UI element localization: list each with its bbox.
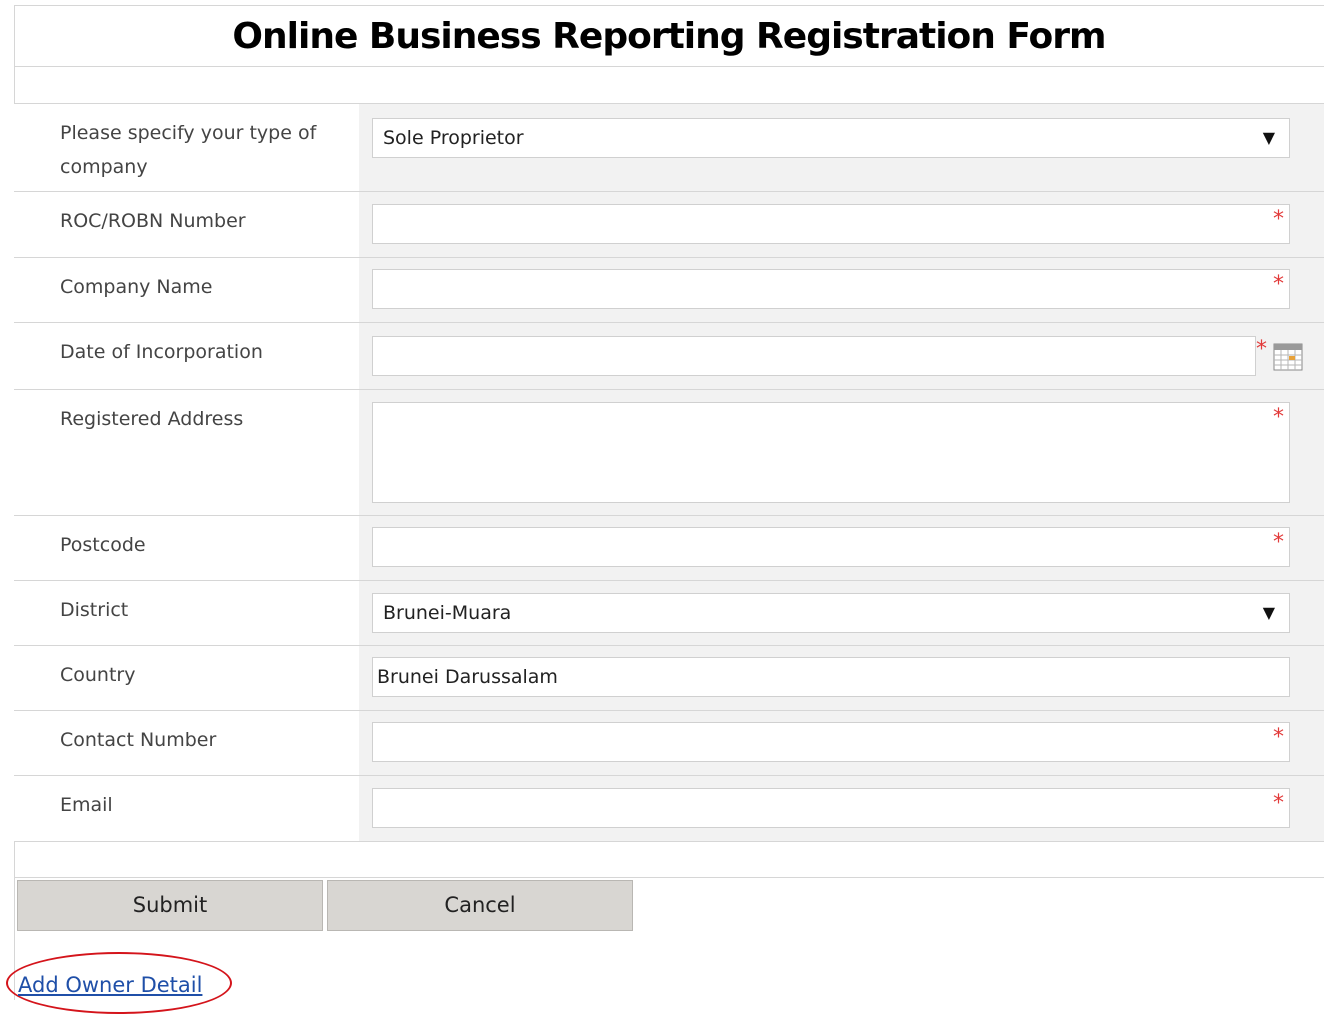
required-mark: * bbox=[1273, 207, 1284, 232]
required-mark: * bbox=[1273, 530, 1284, 555]
company-type-select[interactable]: Sole Proprietor ▼ bbox=[372, 118, 1290, 158]
email-input[interactable]: * bbox=[372, 788, 1290, 828]
page-title: Online Business Reporting Registration F… bbox=[232, 15, 1106, 57]
contact-number-label: Contact Number bbox=[60, 729, 217, 751]
divider bbox=[14, 877, 1324, 878]
country-label: Country bbox=[60, 664, 136, 686]
registered-address-label: Registered Address bbox=[60, 408, 244, 430]
calendar-icon[interactable] bbox=[1273, 343, 1303, 371]
company-name-label: Company Name bbox=[60, 276, 213, 298]
country-input[interactable]: Brunei Darussalam bbox=[372, 657, 1290, 697]
dropdown-arrow-icon: ▼ bbox=[1262, 128, 1275, 147]
required-mark: * bbox=[1256, 337, 1267, 362]
roc-robn-input[interactable]: * bbox=[372, 204, 1290, 244]
postcode-input[interactable]: * bbox=[372, 527, 1290, 567]
row-email: Email * bbox=[14, 776, 1324, 842]
title-bar: Online Business Reporting Registration F… bbox=[14, 5, 1324, 67]
row-company-type: Please specify your type of company Sole… bbox=[14, 104, 1324, 192]
submit-button[interactable]: Submit bbox=[17, 880, 323, 931]
roc-robn-label: ROC/ROBN Number bbox=[60, 210, 246, 232]
incorporation-date-input[interactable] bbox=[372, 336, 1256, 376]
company-name-input[interactable]: * bbox=[372, 269, 1290, 309]
required-mark: * bbox=[1273, 405, 1284, 430]
incorporation-date-label: Date of Incorporation bbox=[60, 341, 263, 363]
company-type-label: Please specify your type of company bbox=[60, 122, 317, 178]
row-district: District Brunei-Muara ▼ bbox=[14, 581, 1324, 646]
row-company-name: Company Name * bbox=[14, 258, 1324, 323]
required-mark: * bbox=[1273, 725, 1284, 750]
row-country: Country Brunei Darussalam bbox=[14, 646, 1324, 711]
postcode-label: Postcode bbox=[60, 534, 146, 556]
dropdown-arrow-icon: ▼ bbox=[1262, 603, 1275, 622]
required-mark: * bbox=[1273, 272, 1284, 297]
registered-address-textarea[interactable]: * bbox=[372, 402, 1290, 503]
row-contact-number: Contact Number * bbox=[14, 711, 1324, 776]
row-postcode: Postcode * bbox=[14, 516, 1324, 581]
country-value: Brunei Darussalam bbox=[377, 666, 558, 688]
district-select[interactable]: Brunei-Muara ▼ bbox=[372, 593, 1290, 633]
company-type-value: Sole Proprietor bbox=[383, 127, 524, 149]
district-value: Brunei-Muara bbox=[383, 602, 512, 624]
contact-number-input[interactable]: * bbox=[372, 722, 1290, 762]
row-roc-robn: ROC/ROBN Number * bbox=[14, 192, 1324, 258]
row-incorporation-date: Date of Incorporation * bbox=[14, 323, 1324, 390]
required-mark: * bbox=[1273, 791, 1284, 816]
row-registered-address: Registered Address * bbox=[14, 390, 1324, 516]
district-label: District bbox=[60, 599, 129, 621]
add-owner-detail-link[interactable]: Add Owner Detail bbox=[18, 973, 202, 997]
email-label: Email bbox=[60, 794, 113, 816]
cancel-button[interactable]: Cancel bbox=[327, 880, 633, 931]
